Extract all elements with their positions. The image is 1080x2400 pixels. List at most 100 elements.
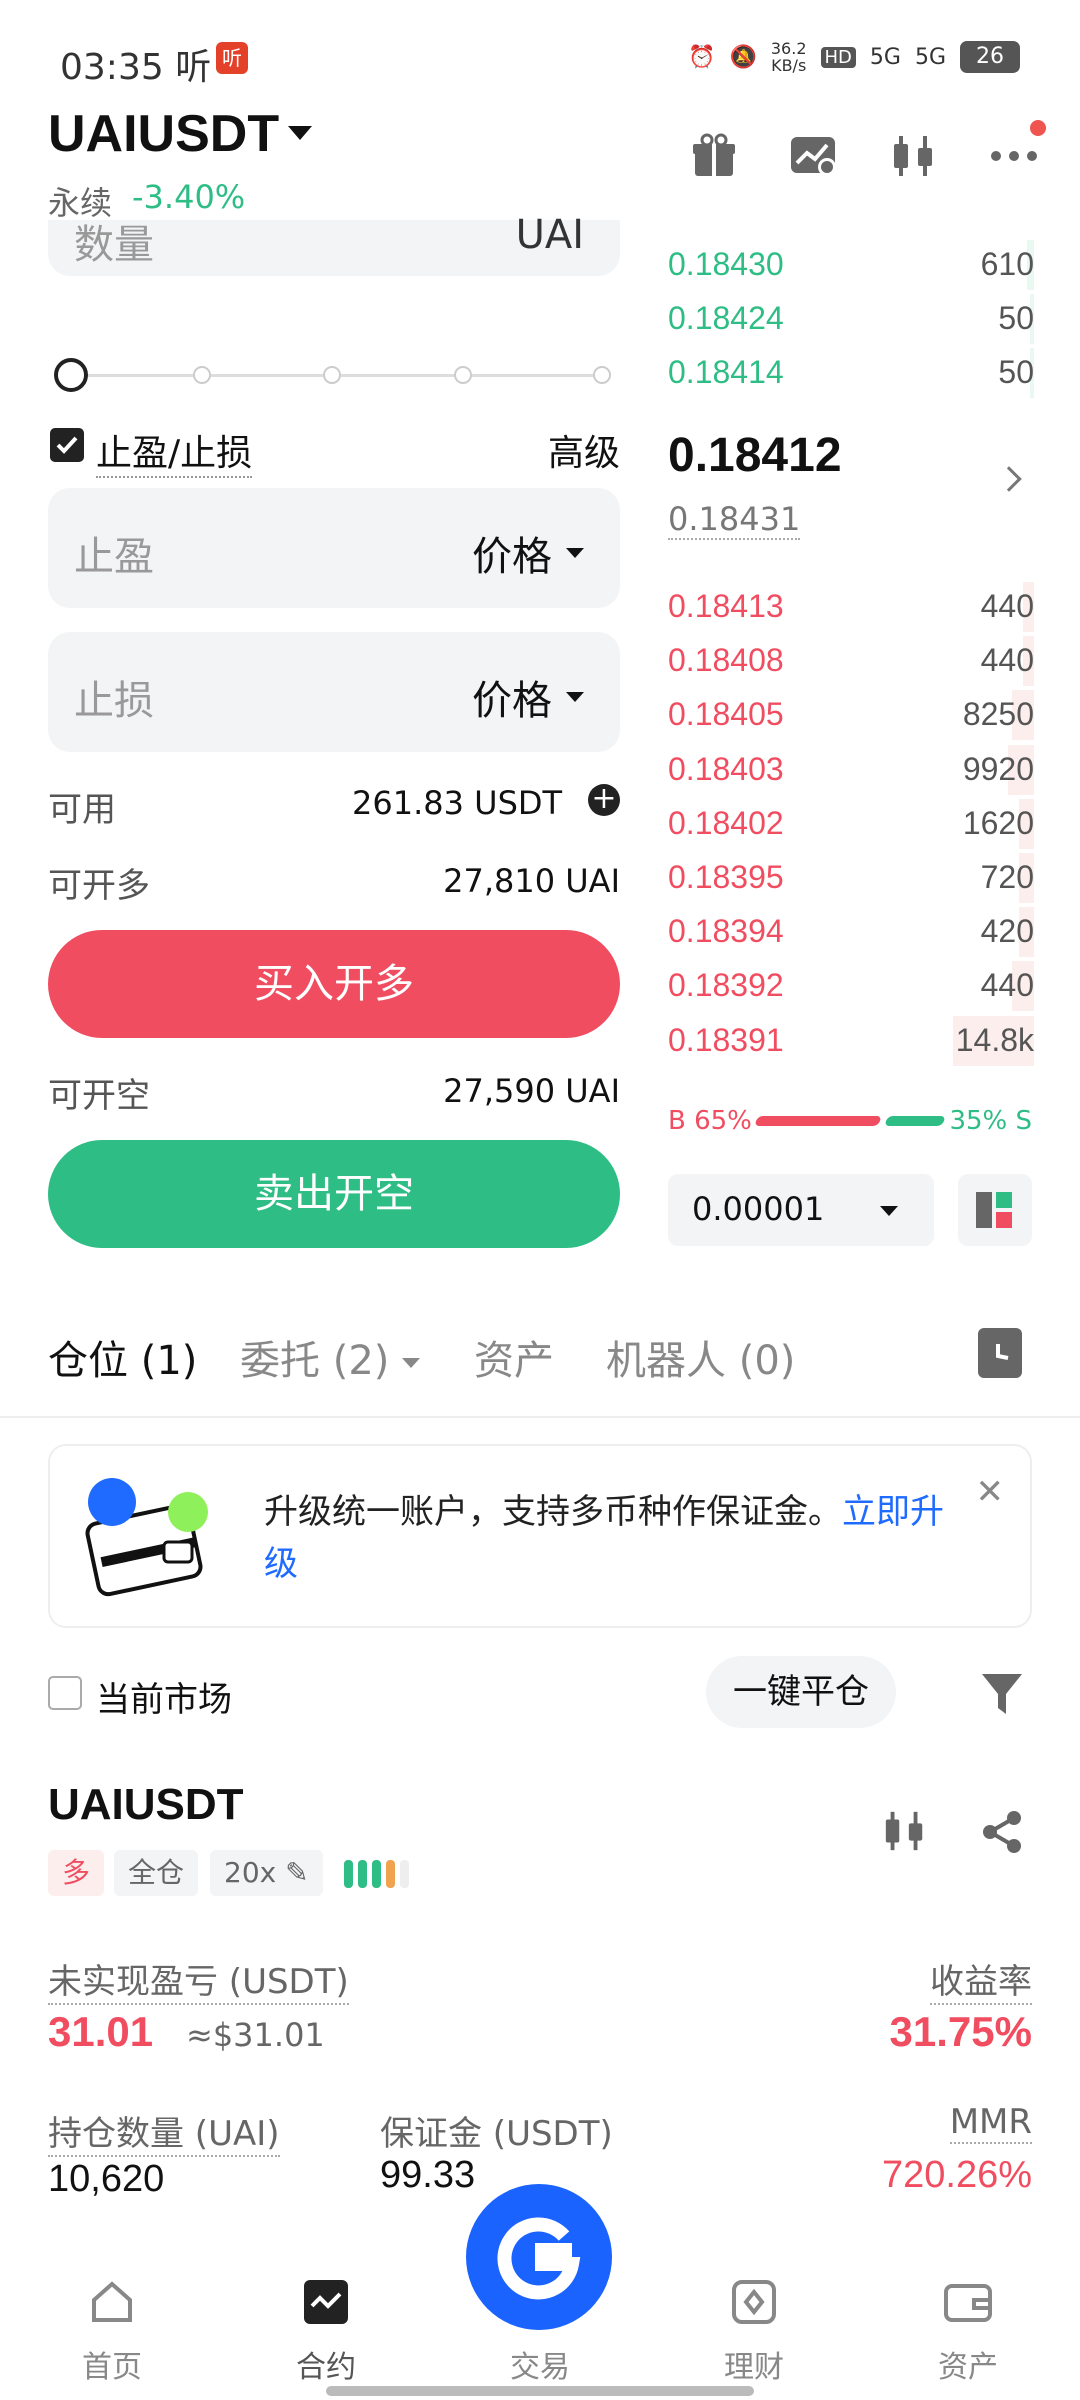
wallet-icon xyxy=(944,2284,992,2322)
trade-fab-button[interactable] xyxy=(466,2184,612,2330)
ask-price: 0.18414 xyxy=(668,354,784,390)
bid-row[interactable]: 0.18394 420 xyxy=(668,907,1034,958)
close-all-button[interactable]: 一键平仓 xyxy=(706,1656,896,1728)
chevron-down-icon[interactable] xyxy=(288,126,312,140)
history-doc-icon[interactable] xyxy=(978,1328,1022,1378)
precision-value: 0.00001 xyxy=(692,1190,825,1228)
quantity-placeholder: 数量 xyxy=(74,222,154,268)
chevron-right-icon[interactable] xyxy=(996,466,1022,492)
unrealized-pnl-label[interactable]: 未实现盈亏 (USDT) xyxy=(48,1954,349,2005)
chart-analysis-icon[interactable] xyxy=(788,130,840,182)
banner-text: 升级统一账户，支持多币种作保证金。立即升级 xyxy=(264,1492,944,1584)
tp-price-type-select[interactable]: 价格 xyxy=(472,524,584,582)
bid-row[interactable]: 0.18402 1620 xyxy=(668,798,1034,849)
quantity-input[interactable]: 数量 UAI xyxy=(48,212,620,276)
position-pair[interactable]: UAIUSDT xyxy=(48,1780,244,1830)
bid-price: 0.18391 xyxy=(668,1021,784,1058)
mute-icon: 🔕 xyxy=(729,44,757,70)
chevron-down-icon xyxy=(566,548,584,558)
chevron-down-icon xyxy=(880,1206,898,1216)
bid-price: 0.18394 xyxy=(668,913,784,950)
tab-orders[interactable]: 委托 (2) xyxy=(240,1328,421,1386)
bid-price: 0.18405 xyxy=(668,696,784,733)
price-change: -3.40% xyxy=(132,178,246,216)
candlestick-icon[interactable] xyxy=(888,130,940,182)
earn-icon xyxy=(732,2280,776,2324)
max-short-label: 可开空 xyxy=(48,1076,150,1116)
wallet-illustration-icon xyxy=(85,1478,208,1597)
bid-price: 0.18413 xyxy=(668,588,784,624)
position-size-label[interactable]: 持仓数量 (UAI) xyxy=(48,2106,280,2157)
ask-row[interactable]: 0.18430 610 xyxy=(668,240,1034,290)
tab-bots[interactable]: 机器人 (0) xyxy=(606,1328,795,1386)
bid-row[interactable]: 0.18413 440 xyxy=(668,582,1034,632)
candlestick-icon[interactable] xyxy=(882,1808,928,1858)
battery-icon: 26 xyxy=(960,41,1020,73)
ask-row[interactable]: 0.18424 50 xyxy=(668,294,1034,344)
filter-icon[interactable] xyxy=(978,1668,1026,1718)
max-long-label: 可开多 xyxy=(48,866,150,906)
ask-row[interactable]: 0.18414 50 xyxy=(668,348,1034,398)
current-market-checkbox[interactable] xyxy=(48,1676,82,1710)
current-market-label[interactable]: 当前市场 xyxy=(96,1672,232,1721)
side-badge: 多 xyxy=(48,1850,105,1896)
book-layout-button[interactable] xyxy=(958,1174,1032,1246)
bid-qty: 8250 xyxy=(962,696,1034,733)
sell-short-button[interactable]: 卖出开空 xyxy=(48,1140,620,1248)
hd-icon: HD xyxy=(820,46,856,68)
divider xyxy=(0,1416,1080,1418)
tp-sl-checkbox[interactable] xyxy=(50,428,84,462)
stop-loss-input[interactable]: 止损 价格 xyxy=(48,632,620,752)
mmr-label[interactable]: MMR xyxy=(949,2102,1032,2144)
margin-mode-badge: 全仓 xyxy=(114,1850,199,1896)
slider-step-25[interactable] xyxy=(193,366,211,384)
bid-row[interactable]: 0.18403 9920 xyxy=(668,744,1034,795)
status-time: 03:35 听 xyxy=(60,47,212,88)
buy-long-button[interactable]: 买入开多 xyxy=(48,930,620,1038)
tp-sl-label[interactable]: 止盈/止损 xyxy=(96,424,253,478)
take-profit-input[interactable]: 止盈 价格 xyxy=(48,488,620,608)
bid-qty: 440 xyxy=(980,588,1034,624)
nav-earn-label: 理财 xyxy=(724,2350,784,2385)
bid-row[interactable]: 0.18395 720 xyxy=(668,853,1034,903)
slider-step-75[interactable] xyxy=(454,366,472,384)
mark-price: 0.18431 xyxy=(668,500,801,540)
slider-handle[interactable] xyxy=(54,358,88,392)
bid-row[interactable]: 0.18391 14.8k xyxy=(668,1015,1034,1066)
risk-bar-2 xyxy=(358,1860,367,1888)
more-icon[interactable] xyxy=(988,120,1046,182)
advanced-link[interactable]: 高级 xyxy=(548,424,620,476)
slider-step-100[interactable] xyxy=(593,366,611,384)
precision-select[interactable]: 0.00001 xyxy=(668,1174,934,1246)
sl-price-type-select[interactable]: 价格 xyxy=(472,668,584,726)
slider-step-50[interactable] xyxy=(323,366,341,384)
leverage-badge[interactable]: 20x ✎ xyxy=(210,1850,323,1896)
sell-ratio-bar xyxy=(884,1116,946,1126)
roe-value: 31.75% xyxy=(889,2008,1032,2055)
tab-assets[interactable]: 资产 xyxy=(474,1328,554,1386)
bid-price: 0.18402 xyxy=(668,804,784,841)
pair-title[interactable]: UAIUSDT xyxy=(48,104,279,164)
quantity-unit: UAI xyxy=(515,212,584,258)
tab-positions[interactable]: 仓位 (1) xyxy=(48,1328,197,1386)
plus-circle-icon[interactable]: + xyxy=(588,784,620,816)
bid-price: 0.18408 xyxy=(668,642,784,679)
close-icon[interactable]: ✕ xyxy=(976,1472,1005,1512)
bid-qty: 1620 xyxy=(962,804,1034,841)
bid-row[interactable]: 0.18392 440 xyxy=(668,961,1034,1012)
bid-price: 0.18403 xyxy=(668,750,784,787)
position-size-value: 10,620 xyxy=(48,2158,165,2200)
home-icon xyxy=(92,2281,132,2322)
buy-ratio-bar xyxy=(754,1116,882,1126)
nav-trade-label: 交易 xyxy=(510,2350,570,2385)
bid-qty: 14.8k xyxy=(955,1021,1034,1058)
roe-label[interactable]: 收益率 xyxy=(930,1954,1032,2005)
header-actions xyxy=(688,120,1046,182)
bid-row[interactable]: 0.18405 8250 xyxy=(668,690,1034,741)
bid-row[interactable]: 0.18408 440 xyxy=(668,636,1034,687)
gift-icon[interactable] xyxy=(688,130,740,182)
unrealized-pnl-value: 31.01 xyxy=(48,2008,154,2055)
available-value: 261.83 USDT xyxy=(352,784,563,822)
share-icon[interactable] xyxy=(978,1808,1026,1860)
bid-qty: 9920 xyxy=(962,750,1034,787)
